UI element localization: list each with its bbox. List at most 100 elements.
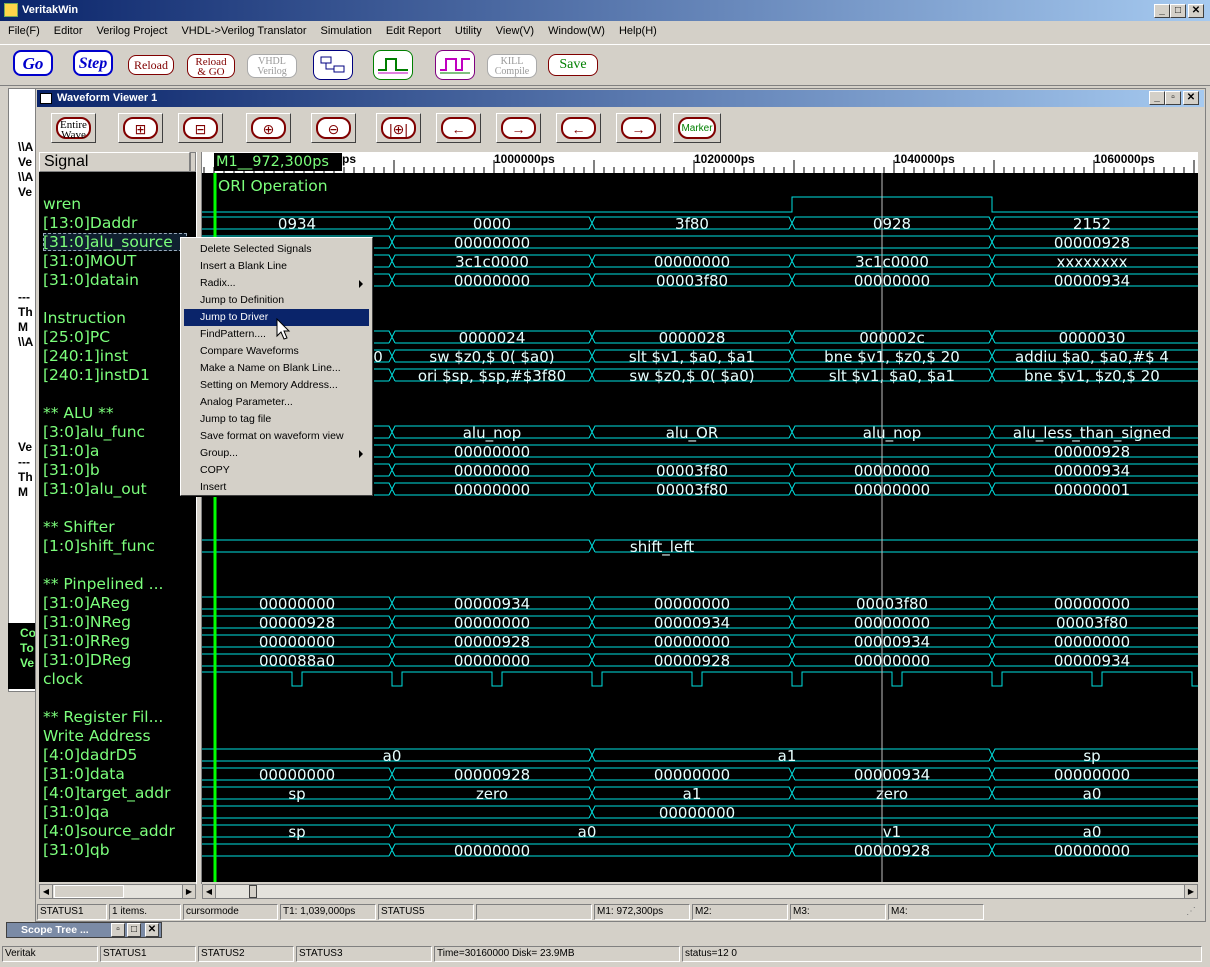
context-menu-item[interactable]: COPY [184, 462, 369, 479]
signal-name[interactable]: Write Address [43, 727, 151, 746]
scope-close-button[interactable]: ✕ [145, 923, 159, 937]
go-button[interactable]: Go [13, 50, 53, 76]
context-menu-item[interactable]: Group... [184, 445, 369, 462]
wave-magenta-icon[interactable] [435, 50, 475, 80]
close-button[interactable]: ✕ [1188, 4, 1204, 18]
menu-item-4[interactable]: Simulation [321, 25, 372, 37]
hierarchy-icon[interactable] [313, 50, 353, 80]
signal-name[interactable]: ** Register Fil... [43, 708, 163, 727]
menu-item-5[interactable]: Edit Report [386, 25, 441, 37]
wave-green-icon[interactable] [373, 50, 413, 80]
menu-item-9[interactable]: Help(H) [619, 25, 657, 37]
zoom-cursor-button[interactable]: |⊕| [376, 113, 421, 143]
signal-name[interactable]: wren [43, 195, 81, 214]
bus-value: 0000024 [459, 329, 526, 347]
scroll-thumb[interactable] [54, 885, 124, 898]
menu-item-1[interactable]: Editor [54, 25, 83, 37]
scope-restore-button[interactable]: ▫ [111, 923, 125, 937]
vhdl-translate-button[interactable]: VHDL Verilog [247, 54, 297, 78]
context-menu: Delete Selected Signals Insert a Blank Li… [180, 237, 373, 496]
bus-value: 00000928 [259, 614, 335, 632]
bus-value: 2152 [1073, 215, 1111, 233]
signal-name[interactable]: [31:0]AReg [43, 594, 130, 613]
menu-item-0[interactable]: File(F) [8, 25, 40, 37]
menu-item-8[interactable]: Window(W) [548, 25, 605, 37]
wave-restore-button[interactable]: ▫ [1165, 91, 1181, 105]
signal-name[interactable]: [31:0]a [43, 442, 99, 461]
minimize-button[interactable]: _ [1154, 4, 1170, 18]
signal-name[interactable]: [31:0]qb [43, 841, 110, 860]
signal-name[interactable]: [31:0]MOUT [43, 252, 136, 271]
signal-name[interactable]: [4:0]target_addr [43, 784, 170, 803]
signal-column-header[interactable]: Signal [39, 152, 190, 172]
signal-name[interactable]: [31:0]b [43, 461, 100, 480]
marker-button[interactable]: Marker [673, 113, 721, 143]
signal-name[interactable]: [31:0]RReg [43, 632, 130, 651]
signal-name[interactable]: clock [43, 670, 83, 689]
context-menu-item[interactable]: Insert a Blank Line [184, 258, 369, 275]
prev-edge-button[interactable]: ← [556, 113, 601, 143]
zoom-in-button[interactable]: ⊕ [246, 113, 291, 143]
signal-name[interactable]: [3:0]alu_func [43, 423, 145, 442]
context-menu-item[interactable]: Jump to Definition [184, 292, 369, 309]
signal-name[interactable]: [1:0]shift_func [43, 537, 155, 556]
signal-name[interactable]: [31:0]qa [43, 803, 109, 822]
context-menu-item[interactable]: Radix... [184, 275, 369, 292]
signal-name[interactable]: [4:0]source_addr [43, 822, 175, 841]
wave-hscrollbar[interactable]: ◀ ▶ [202, 884, 1198, 899]
signal-name[interactable]: [25:0]PC [43, 328, 110, 347]
context-menu-item[interactable]: Delete Selected Signals [184, 241, 369, 258]
scope-maximize-button[interactable]: □ [127, 923, 141, 937]
kill-compile-button[interactable]: KILL Compile [487, 54, 537, 78]
signal-name[interactable]: [240:1]instD1 [43, 366, 150, 385]
scroll-right-button[interactable]: → [496, 113, 541, 143]
context-menu-item[interactable]: Insert [184, 479, 369, 496]
signal-name[interactable]: [240:1]inst [43, 347, 128, 366]
signal-name[interactable]: [13:0]Daddr [43, 214, 137, 233]
scope-tree-minimized[interactable]: Scope Tree ... ▫ □ ✕ [6, 922, 162, 938]
signal-name[interactable]: [4:0]dadrD5 [43, 746, 137, 765]
zoom-out-box-button[interactable]: ⊟ [178, 113, 223, 143]
menu-item-2[interactable]: Verilog Project [97, 25, 168, 37]
context-menu-item[interactable]: Setting on Memory Address... [184, 377, 369, 394]
context-menu-item[interactable]: Jump to tag file [184, 411, 369, 428]
scroll-thumb[interactable] [249, 885, 257, 898]
zoom-out-button[interactable]: ⊖ [311, 113, 356, 143]
wave-close-button[interactable]: ✕ [1183, 91, 1199, 105]
menu-item-7[interactable]: View(V) [496, 25, 534, 37]
signal-name[interactable]: ** ALU ** [43, 404, 114, 423]
reload-button[interactable]: Reload [128, 55, 174, 75]
context-menu-item[interactable]: Save format on waveform view [184, 428, 369, 445]
signal-name[interactable]: [31:0]NReg [43, 613, 131, 632]
scroll-left-arrow-icon[interactable]: ◀ [40, 885, 53, 898]
zoom-in-box-button[interactable]: ⊞ [118, 113, 163, 143]
resize-grip-icon[interactable]: ⋰ [1186, 906, 1196, 917]
wave-status-mode: cursormode [183, 904, 278, 920]
reload-go-button[interactable]: Reload & GO [187, 54, 235, 78]
signal-name[interactable]: [31:0]alu_source [43, 233, 173, 252]
signal-name[interactable]: Instruction [43, 309, 126, 328]
signal-name[interactable]: [31:0]datain [43, 271, 139, 290]
signal-name[interactable]: [31:0]data [43, 765, 125, 784]
context-menu-item[interactable]: Make a Name on Blank Line... [184, 360, 369, 377]
scroll-left-button[interactable]: ← [436, 113, 481, 143]
signal-name[interactable]: [31:0]alu_out [43, 480, 147, 499]
context-menu-item[interactable]: Compare Waveforms [184, 343, 369, 360]
signal-name[interactable]: ** Shifter [43, 518, 115, 537]
signal-name[interactable]: ** Pinpelined ... [43, 575, 163, 594]
next-edge-button[interactable]: → [616, 113, 661, 143]
menu-item-3[interactable]: VHDL->Verilog Translator [181, 25, 306, 37]
signal-name[interactable]: [31:0]DReg [43, 651, 131, 670]
wave-minimize-button[interactable]: _ [1149, 91, 1165, 105]
context-menu-item[interactable]: Analog Parameter... [184, 394, 369, 411]
step-button[interactable]: Step [73, 50, 113, 76]
scroll-left-arrow-icon[interactable]: ◀ [203, 885, 216, 898]
maximize-button[interactable]: □ [1170, 4, 1186, 18]
scroll-right-arrow-icon[interactable]: ▶ [1184, 885, 1197, 898]
entire-wave-button[interactable]: Entire Wave [51, 113, 96, 143]
save-button[interactable]: Save [548, 54, 598, 76]
bus-value: 3f80 [675, 215, 709, 233]
scroll-right-arrow-icon[interactable]: ▶ [182, 885, 195, 898]
signal-hscrollbar[interactable]: ◀ ▶ [39, 884, 196, 899]
menu-item-6[interactable]: Utility [455, 25, 482, 37]
